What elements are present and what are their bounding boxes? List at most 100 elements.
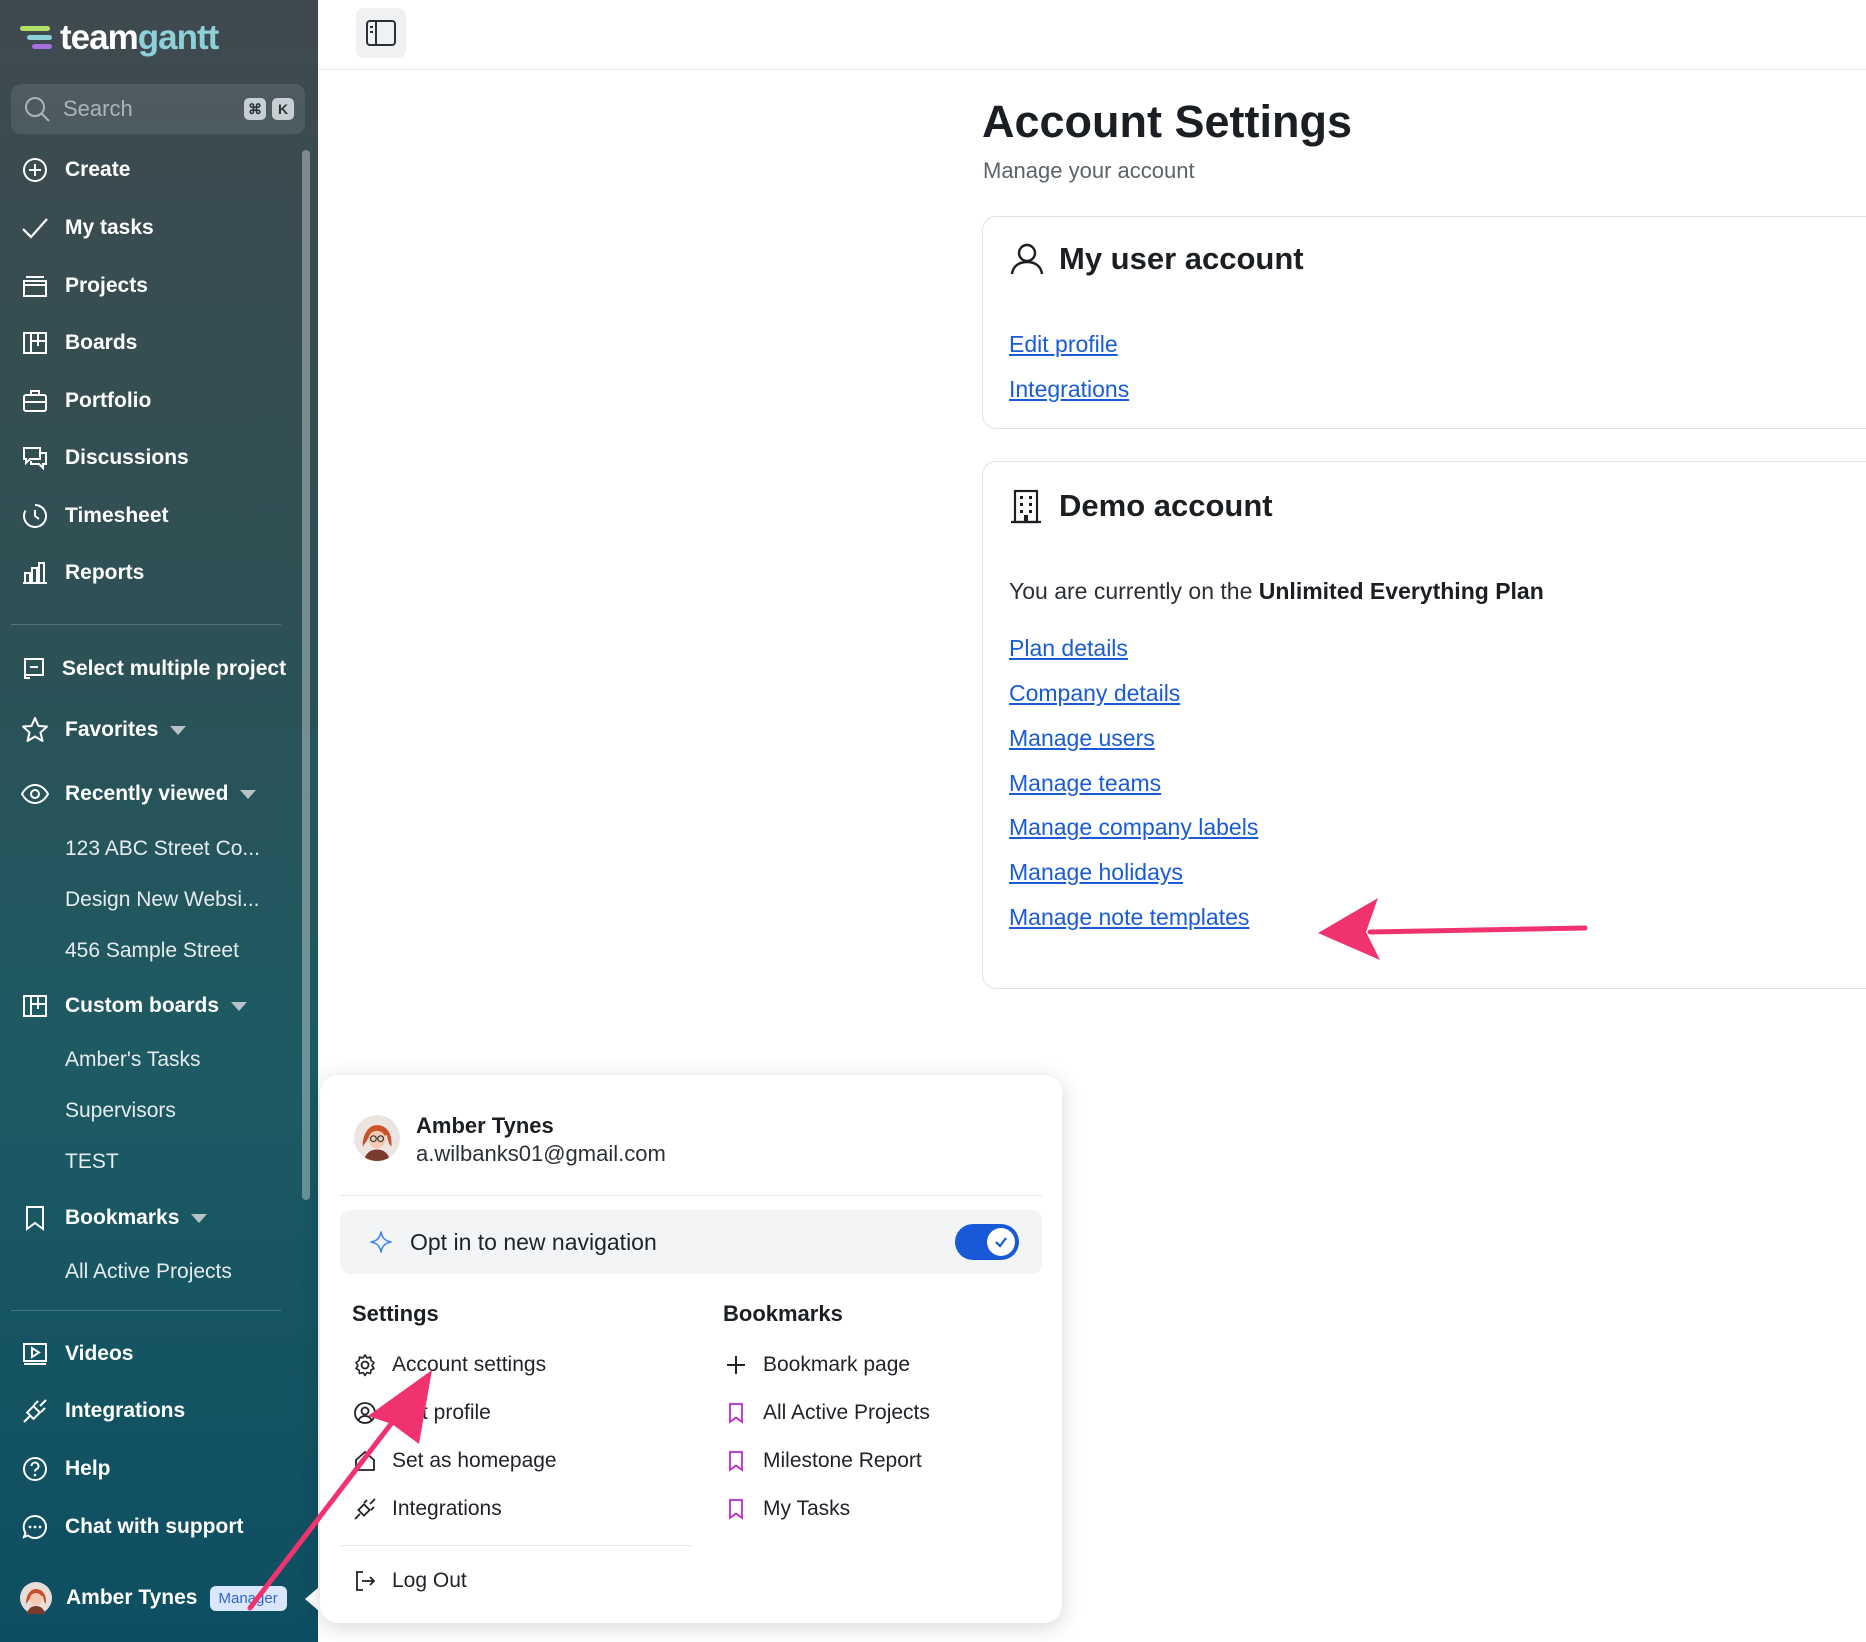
recent-item[interactable]: 456 Sample Street [65, 939, 239, 963]
building-icon [1011, 489, 1041, 524]
search-icon [25, 97, 50, 122]
nav-help-label: Help [65, 1457, 111, 1480]
recently-viewed-label: Recently viewed [65, 782, 229, 805]
chevron-down-icon [240, 789, 257, 799]
nav-portfolio-label: Portfolio [65, 389, 152, 412]
select-multiple-label: Select multiple project [62, 657, 287, 680]
favorites-label: Favorites [65, 718, 159, 741]
nav-create[interactable]: Create [20, 150, 130, 190]
demo-account-card: Demo account You are currently on the Un… [982, 461, 1866, 989]
sidebar-divider [11, 1310, 281, 1311]
board-item[interactable]: Amber's Tasks [65, 1048, 201, 1072]
k-key: K [272, 98, 294, 120]
bookmark-item[interactable]: Milestone Report [723, 1443, 922, 1479]
log-out-item[interactable]: Log Out [352, 1563, 467, 1599]
recent-item[interactable]: Design New Websi... [65, 888, 260, 912]
recent-item[interactable]: 123 ABC Street Co... [65, 837, 260, 861]
sidebar-scrollbar[interactable] [302, 150, 310, 1200]
user-gear-icon [352, 1400, 378, 1426]
chat-bubbles-icon [20, 443, 50, 473]
bookmark-item[interactable]: My Tasks [723, 1491, 850, 1527]
manage-note-templates-link[interactable]: Manage note templates [1009, 904, 1249, 931]
manage-teams-link[interactable]: Manage teams [1009, 770, 1161, 797]
favorites-toggle[interactable]: Favorites [20, 710, 187, 750]
bookmark-item[interactable]: All Active Projects [723, 1395, 930, 1431]
home-icon [352, 1448, 378, 1474]
bookmark-icon [20, 1203, 50, 1233]
set-homepage-item[interactable]: Set as homepage [352, 1443, 557, 1479]
plan-details-link[interactable]: Plan details [1009, 635, 1128, 662]
integrations-label: Integrations [392, 1497, 502, 1520]
role-badge: Manager [209, 1585, 287, 1611]
bookmarks-label: Bookmarks [65, 1206, 180, 1229]
nav-videos-label: Videos [65, 1342, 134, 1365]
briefcase-icon [20, 386, 50, 416]
settings-heading: Settings [352, 1301, 439, 1326]
search-input[interactable]: Search ⌘ K [11, 84, 305, 134]
teamgantt-logo[interactable]: teamgantt [20, 18, 219, 58]
bookmark-page-item[interactable]: Bookmark page [723, 1347, 910, 1383]
nav-help[interactable]: Help [20, 1449, 111, 1489]
check-icon [20, 213, 50, 243]
plus-circle-icon [20, 155, 50, 185]
opt-in-toggle[interactable] [955, 1224, 1019, 1260]
bookmark-label: All Active Projects [763, 1401, 930, 1424]
nav-chat-support[interactable]: Chat with support [20, 1507, 243, 1547]
toggle-knob [987, 1228, 1015, 1256]
nav-discussions[interactable]: Discussions [20, 438, 189, 478]
boards-icon [20, 991, 50, 1021]
select-multiple-projects[interactable]: Select multiple project [20, 649, 286, 689]
account-settings-item[interactable]: Account settings [352, 1347, 546, 1383]
bookmarks-toggle[interactable]: Bookmarks [20, 1198, 208, 1238]
card-title: My user account [1059, 241, 1304, 276]
recently-viewed-toggle[interactable]: Recently viewed [20, 774, 257, 814]
gear-icon [352, 1352, 378, 1378]
nav-portfolio[interactable]: Portfolio [20, 381, 151, 421]
video-icon [20, 1339, 50, 1369]
nav-boards[interactable]: Boards [20, 323, 137, 363]
bar-chart-icon [20, 558, 50, 588]
chat-support-icon [20, 1512, 50, 1542]
user-menu-button[interactable]: Amber Tynes Manager [20, 1580, 287, 1616]
bookmark-label: Milestone Report [763, 1449, 922, 1472]
nav-videos[interactable]: Videos [20, 1334, 133, 1374]
user-popup-menu: Amber Tynes a.wilbanks01@gmail.com Opt i… [320, 1075, 1062, 1623]
nav-integrations-label: Integrations [65, 1399, 186, 1422]
nav-integrations[interactable]: Integrations [20, 1391, 185, 1431]
top-toolbar [318, 0, 1866, 70]
boards-icon [20, 328, 50, 358]
integrations-link[interactable]: Integrations [1009, 376, 1129, 403]
search-placeholder: Search [63, 96, 133, 121]
log-out-label: Log Out [392, 1569, 467, 1592]
manage-users-link[interactable]: Manage users [1009, 725, 1155, 752]
nav-create-label: Create [65, 158, 131, 181]
board-item[interactable]: TEST [65, 1150, 119, 1174]
edit-profile-link[interactable]: Edit profile [1009, 331, 1118, 358]
manage-holidays-link[interactable]: Manage holidays [1009, 859, 1183, 886]
custom-boards-toggle[interactable]: Custom boards [20, 986, 248, 1026]
toggle-sidebar-button[interactable] [356, 8, 406, 58]
checkmark-icon [995, 1237, 1007, 1248]
nav-timesheet[interactable]: Timesheet [20, 496, 169, 536]
board-item[interactable]: Supervisors [65, 1099, 176, 1123]
nav-my-tasks[interactable]: My tasks [20, 208, 154, 248]
integrations-item[interactable]: Integrations [352, 1491, 502, 1527]
sidebar-divider [11, 624, 281, 625]
select-icon [20, 654, 50, 684]
command-key: ⌘ [244, 98, 266, 120]
opt-in-navigation-row[interactable]: Opt in to new navigation [340, 1210, 1042, 1274]
page-title: Account Settings [982, 96, 1353, 147]
manage-company-labels-link[interactable]: Manage company labels [1009, 814, 1258, 841]
page-subtitle: Manage your account [983, 158, 1195, 183]
nav-reports[interactable]: Reports [20, 553, 144, 593]
card-header: My user account [1009, 241, 1304, 277]
nav-projects[interactable]: Projects [20, 266, 148, 306]
logo-text-team: team [60, 18, 139, 57]
bookmark-page-label: Bookmark page [763, 1353, 911, 1376]
nav-reports-label: Reports [65, 561, 145, 584]
set-homepage-label: Set as homepage [392, 1449, 557, 1472]
edit-profile-item[interactable]: t profile [352, 1395, 491, 1431]
popup-user-name: Amber Tynes [416, 1113, 554, 1138]
bookmark-item[interactable]: All Active Projects [65, 1260, 232, 1284]
company-details-link[interactable]: Company details [1009, 680, 1180, 707]
